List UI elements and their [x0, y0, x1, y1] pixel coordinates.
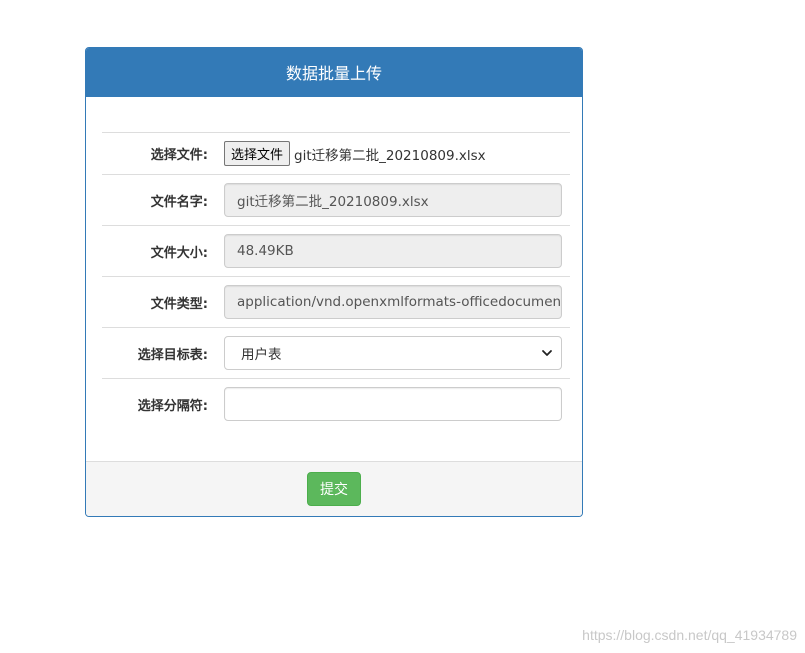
row-file-name: 文件名字: git迁移第二批_20210809.xlsx — [102, 174, 570, 226]
target-table-select[interactable]: 用户表 — [224, 336, 562, 370]
panel-title: 数据批量上传 — [86, 48, 582, 97]
row-separator: 选择分隔符: — [102, 378, 570, 430]
file-name-field[interactable]: git迁移第二批_20210809.xlsx — [224, 183, 562, 217]
file-name-value: git迁移第二批_20210809.xlsx — [237, 194, 429, 210]
separator-label: 选择分隔符: — [137, 398, 208, 414]
select-file-label: 选择文件: — [150, 148, 208, 163]
chevron-down-icon — [542, 350, 552, 356]
file-size-field[interactable]: 48.49KB — [224, 234, 562, 268]
file-type-field[interactable]: application/vnd.openxmlformats-officedoc… — [224, 285, 562, 319]
file-type-value: application/vnd.openxmlformats-officedoc… — [237, 294, 562, 310]
choose-file-button[interactable]: 选择文件 — [224, 141, 291, 166]
watermark-url: https://blog.csdn.net/qq_41934789 — [582, 627, 797, 643]
upload-form-table: 选择文件: 选择文件 git迁移第二批_20210809.xlsx 文件名字: … — [102, 132, 570, 430]
target-table-label: 选择目标表: — [137, 347, 208, 363]
submit-button[interactable]: 提交 — [307, 472, 361, 506]
row-target-table: 选择目标表: 用户表 — [102, 327, 570, 379]
file-picker: 选择文件 git迁移第二批_20210809.xlsx — [224, 141, 570, 166]
target-table-selected: 用户表 — [241, 347, 282, 363]
row-file-size: 文件大小: 48.49KB — [102, 225, 570, 277]
row-file-type: 文件类型: application/vnd.openxmlformats-off… — [102, 276, 570, 328]
separator-input[interactable] — [224, 387, 562, 422]
chosen-file-name: git迁移第二批_20210809.xlsx — [294, 147, 486, 164]
panel-body: 选择文件: 选择文件 git迁移第二批_20210809.xlsx 文件名字: … — [86, 97, 582, 464]
upload-panel: 数据批量上传 选择文件: 选择文件 git迁移第二批_20210809.xlsx… — [85, 47, 583, 517]
panel-footer: 提交 — [86, 461, 582, 516]
file-size-value: 48.49KB — [237, 243, 294, 259]
file-name-label: 文件名字: — [150, 194, 208, 210]
file-size-label: 文件大小: — [150, 245, 208, 261]
file-type-label: 文件类型: — [150, 296, 208, 312]
row-select-file: 选择文件: 选择文件 git迁移第二批_20210809.xlsx — [102, 132, 570, 175]
